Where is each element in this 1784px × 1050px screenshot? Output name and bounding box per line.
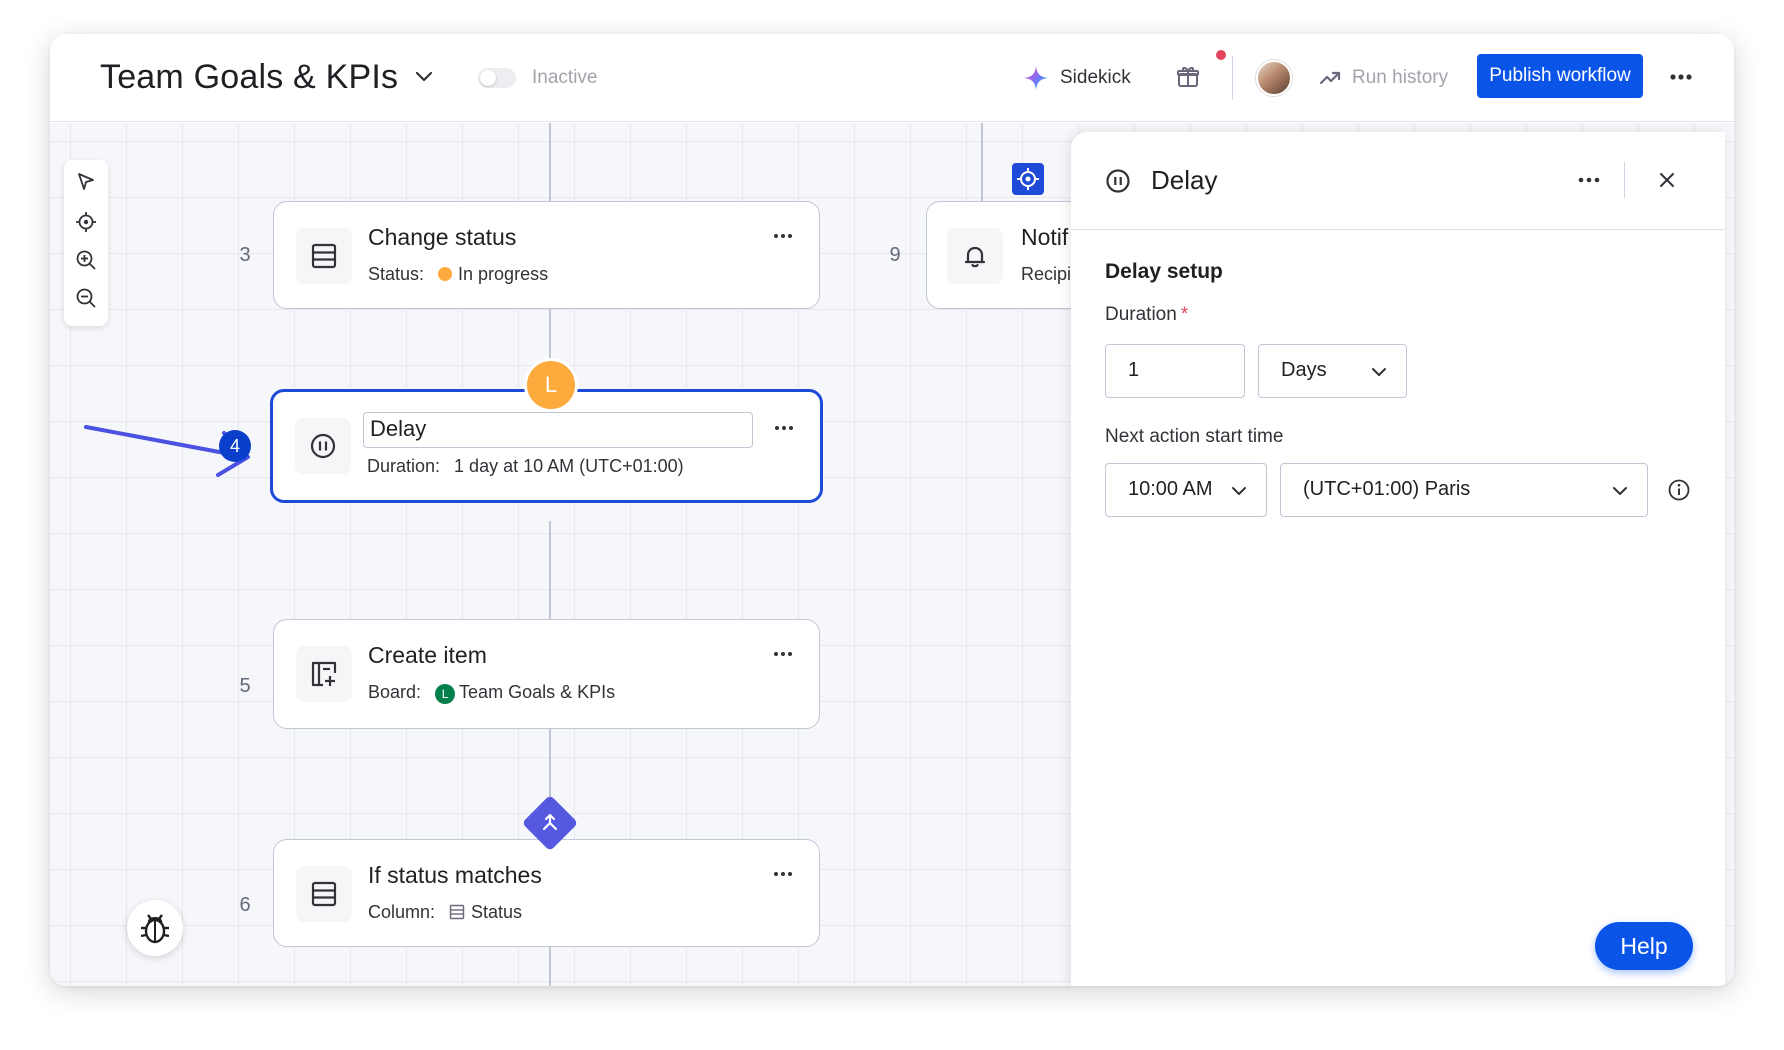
card-sub-value: 1 day at 10 AM (UTC+01:00) — [454, 456, 684, 476]
card-sub-value: Status — [471, 902, 523, 922]
section-title: Delay setup — [1105, 260, 1223, 283]
step-name-input[interactable]: Delay — [363, 412, 753, 448]
connector-line — [549, 123, 551, 201]
panel-title: Delay — [1151, 165, 1218, 195]
panel-divider — [1624, 162, 1625, 198]
more-options-icon[interactable] — [1666, 64, 1696, 90]
delay-settings-panel: Delay Delay setup Duration * 1 Days Next … — [1071, 132, 1725, 986]
card-icon-box — [296, 228, 352, 284]
board-badge: L — [435, 684, 456, 704]
timezone-select[interactable]: (UTC+01:00) Paris — [1280, 463, 1648, 517]
bug-icon — [140, 914, 170, 944]
target-icon[interactable] — [1012, 163, 1044, 195]
panel-header: Delay — [1071, 132, 1725, 230]
step-number: 9 — [889, 244, 901, 266]
card-sub-value: Team Goals & KPIs — [459, 682, 616, 702]
duration-unit-select[interactable]: Days — [1258, 344, 1407, 398]
pause-icon — [1106, 169, 1130, 193]
trend-icon[interactable] — [1318, 66, 1342, 90]
more-options-icon[interactable] — [772, 422, 796, 434]
connector-line — [549, 521, 551, 619]
table-icon — [311, 243, 337, 269]
step-card-if-status-matches[interactable]: If status matches Column: Status — [273, 839, 820, 947]
step-card-create-item[interactable]: Create item Board: L Team Goals & KPIs — [273, 619, 820, 729]
card-title: If status matches — [368, 862, 542, 888]
connector-line — [549, 947, 551, 986]
step-card-change-status[interactable]: Change status Status: In progress — [273, 201, 820, 309]
connector-line — [981, 123, 983, 201]
notification-dot — [1216, 50, 1226, 60]
recenter-icon[interactable] — [74, 210, 98, 234]
canvas-toolbar — [64, 160, 108, 326]
more-options-icon[interactable] — [771, 230, 795, 242]
pause-icon — [310, 433, 336, 459]
step-number-active: 4 — [219, 430, 251, 462]
duration-input[interactable]: 1 — [1105, 344, 1245, 398]
more-options-icon[interactable] — [771, 648, 795, 660]
card-sub-value: In progress — [458, 264, 549, 284]
card-icon-box — [295, 418, 351, 474]
chevron-down-icon — [1232, 487, 1246, 495]
more-options-icon[interactable] — [1576, 174, 1602, 186]
top-header: Team Goals & KPIs Inactive Sidekick Run … — [50, 34, 1734, 122]
zoom-out-icon[interactable] — [74, 286, 98, 310]
active-toggle[interactable] — [478, 68, 516, 88]
card-subtitle: Column: Status — [368, 902, 522, 923]
card-subtitle: Board: L Team Goals & KPIs — [368, 682, 615, 704]
create-item-icon — [311, 661, 337, 687]
chevron-down-icon — [1613, 487, 1627, 495]
step-number: 3 — [239, 244, 251, 266]
gift-icon[interactable] — [1175, 64, 1201, 90]
card-icon-box — [296, 866, 352, 922]
bell-icon — [964, 246, 986, 268]
card-title: Change status — [368, 224, 517, 250]
card-sub-label: Status: — [368, 264, 425, 284]
close-icon[interactable] — [1656, 169, 1678, 191]
card-sub-label: Recipi — [1021, 264, 1072, 284]
table-icon — [311, 881, 337, 907]
debug-button[interactable] — [127, 900, 183, 956]
run-history-button[interactable]: Run history — [1352, 67, 1448, 89]
zoom-in-icon[interactable] — [74, 248, 98, 272]
info-icon[interactable] — [1667, 478, 1691, 502]
column-icon — [449, 904, 465, 920]
duration-label: Duration * — [1105, 304, 1189, 325]
card-title: Notif — [1021, 224, 1069, 250]
chevron-down-icon — [1372, 368, 1386, 376]
sidekick-button[interactable]: Sidekick — [1060, 67, 1131, 89]
step-number: 5 — [239, 675, 251, 697]
user-badge: L — [524, 358, 578, 412]
pointer-icon[interactable] — [74, 170, 98, 194]
workflow-title[interactable]: Team Goals & KPIs — [100, 58, 398, 97]
branch-arrows-icon — [542, 813, 558, 831]
status-dot — [438, 267, 453, 281]
more-options-icon[interactable] — [771, 868, 795, 880]
publish-workflow-button[interactable]: Publish workflow — [1477, 54, 1643, 98]
next-action-label: Next action start time — [1105, 426, 1284, 447]
card-icon-box — [296, 646, 352, 702]
card-sub-label: Column: — [368, 902, 436, 922]
card-subtitle: Duration: 1 day at 10 AM (UTC+01:00) — [367, 456, 684, 477]
toggle-label: Inactive — [532, 67, 598, 88]
card-sub-label: Board: — [368, 682, 422, 702]
card-icon-box — [947, 228, 1003, 284]
step-number: 6 — [239, 894, 251, 916]
sparkle-icon[interactable] — [1022, 64, 1050, 92]
app-window: Team Goals & KPIs Inactive Sidekick Run … — [50, 34, 1734, 986]
card-subtitle: Status: In progress — [368, 264, 548, 285]
header-divider — [1232, 56, 1233, 100]
chevron-down-icon[interactable] — [412, 64, 436, 88]
card-title: Create item — [368, 642, 487, 668]
avatar[interactable] — [1256, 60, 1292, 96]
card-sub-label: Duration: — [367, 456, 441, 476]
help-button[interactable]: Help — [1595, 922, 1693, 970]
time-select[interactable]: 10:00 AM — [1105, 463, 1267, 517]
